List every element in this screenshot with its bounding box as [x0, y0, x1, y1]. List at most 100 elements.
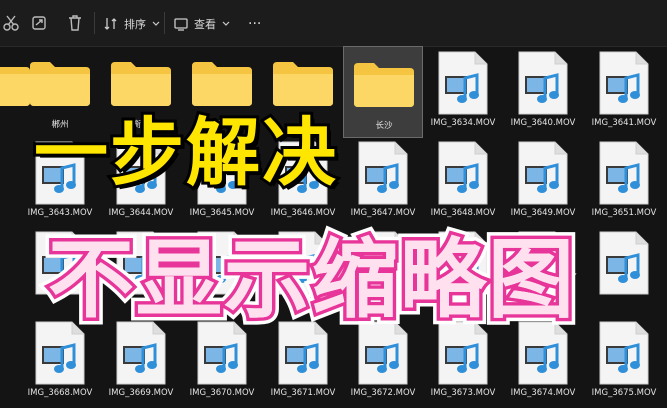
video-file-icon [358, 231, 408, 295]
video-file-icon [599, 321, 649, 385]
file-item[interactable] [584, 226, 664, 318]
video-file-icon [518, 321, 568, 385]
file-label: IMG_3649.MOV [510, 208, 576, 218]
folder-label: 郴州 [51, 120, 69, 130]
video-file-icon [599, 231, 649, 295]
video-file-icon [197, 321, 247, 385]
file-item[interactable]: IMG_3645.MOV [182, 136, 262, 228]
file-grid: 郴州 衡阳 韶关 …… 长沙 IMG_3634.MOV IMG_3640.MOV… [0, 46, 667, 400]
file-item[interactable]: IMG_3672.MOV [343, 316, 423, 408]
file-item[interactable] [423, 226, 503, 318]
folder-label: 韶关 [213, 120, 231, 130]
folder-label: 长沙 [375, 121, 393, 131]
file-label: IMG_3668.MOV [27, 388, 93, 398]
file-item[interactable] [503, 226, 583, 318]
file-item[interactable]: IMG_3668.MOV [20, 316, 100, 408]
video-file-icon [358, 321, 408, 385]
file-label: IMG_3651.MOV [591, 208, 657, 218]
file-label: IMG_3672.MOV [350, 388, 416, 398]
file-item[interactable]: IMG_3671.MOV [263, 316, 343, 408]
video-file-icon [358, 141, 408, 205]
file-item[interactable] [263, 226, 343, 318]
folder-item[interactable]: …… [263, 46, 343, 138]
command-bar: 排序 查看 ··· [0, 0, 667, 47]
share-icon[interactable] [30, 14, 48, 32]
folder-icon [273, 62, 333, 106]
video-file-icon [518, 141, 568, 205]
folder-label: …… [294, 118, 312, 128]
folder-icon [30, 62, 90, 106]
file-item[interactable]: IMG_3651.MOV [584, 136, 664, 228]
video-file-icon [438, 51, 488, 115]
file-label: IMG_3634.MOV [430, 118, 496, 128]
file-item[interactable] [20, 226, 100, 318]
file-label: IMG_3644.MOV [108, 208, 174, 218]
folder-icon [111, 62, 171, 106]
video-file-icon [278, 321, 328, 385]
folder-label: 衡阳 [132, 120, 150, 130]
view-icon [174, 18, 188, 31]
file-item[interactable]: IMG_3644.MOV [101, 136, 181, 228]
video-file-icon [197, 141, 247, 205]
file-item[interactable]: IMG_3643.MOV [20, 136, 100, 228]
toolbar-divider [164, 12, 165, 34]
file-item[interactable]: IMG_3646.MOV [263, 136, 343, 228]
file-item[interactable]: IMG_3669.MOV [101, 316, 181, 408]
file-item[interactable]: IMG_3648.MOV [423, 136, 503, 228]
chevron-down-icon [152, 21, 160, 26]
sort-button[interactable]: 排序 [104, 14, 160, 34]
video-file-icon [116, 141, 166, 205]
file-label: IMG_3669.MOV [108, 388, 174, 398]
file-label: IMG_3641.MOV [591, 118, 657, 128]
toolbar-divider [94, 12, 95, 34]
file-item[interactable]: IMG_3640.MOV [503, 46, 583, 138]
file-item[interactable]: IMG_3649.MOV [503, 136, 583, 228]
folder-item[interactable]: 长沙 [343, 46, 423, 138]
video-file-icon [518, 51, 568, 115]
video-file-icon [35, 231, 85, 295]
view-button[interactable]: 查看 [174, 14, 230, 34]
video-file-icon [35, 141, 85, 205]
video-file-icon [116, 321, 166, 385]
file-label: IMG_3648.MOV [430, 208, 496, 218]
file-item[interactable]: IMG_3647.MOV [343, 136, 423, 228]
file-label: IMG_3647.MOV [350, 208, 416, 218]
folder-item[interactable]: 郴州 [20, 46, 100, 138]
folder-item[interactable]: 韶关 [182, 46, 262, 138]
folder-icon [192, 62, 252, 106]
file-item[interactable]: IMG_3641.MOV [584, 46, 664, 138]
video-file-icon [438, 231, 488, 295]
file-item[interactable]: IMG_3674.MOV [503, 316, 583, 408]
view-label: 查看 [194, 18, 216, 31]
more-options-button[interactable]: ··· [248, 14, 261, 34]
file-item[interactable]: IMG_3670.MOV [182, 316, 262, 408]
video-file-icon [438, 321, 488, 385]
cut-icon[interactable] [2, 14, 20, 32]
file-label: IMG_3674.MOV [510, 388, 576, 398]
file-item[interactable]: IMG_3675.MOV [584, 316, 664, 408]
video-file-icon [35, 321, 85, 385]
file-label: IMG_3646.MOV [270, 208, 336, 218]
folder-icon [354, 63, 414, 107]
video-file-icon [116, 231, 166, 295]
file-item[interactable] [101, 226, 181, 318]
video-file-icon [599, 141, 649, 205]
video-file-icon [438, 141, 488, 205]
sort-icon [104, 18, 117, 30]
file-label: IMG_3675.MOV [591, 388, 657, 398]
file-item[interactable] [343, 226, 423, 318]
chevron-down-icon [222, 21, 230, 26]
file-label: IMG_3671.MOV [270, 388, 336, 398]
file-label: IMG_3670.MOV [189, 388, 255, 398]
folder-item[interactable]: 衡阳 [101, 46, 181, 138]
file-item[interactable]: IMG_3673.MOV [423, 316, 503, 408]
file-label: IMG_3645.MOV [189, 208, 255, 218]
file-label: IMG_3673.MOV [430, 388, 496, 398]
delete-icon[interactable] [66, 14, 84, 32]
file-item[interactable] [182, 226, 262, 318]
file-item[interactable]: IMG_3634.MOV [423, 46, 503, 138]
file-label: IMG_3643.MOV [27, 208, 93, 218]
video-file-icon [599, 51, 649, 115]
video-file-icon [197, 231, 247, 295]
sort-label: 排序 [124, 18, 146, 31]
